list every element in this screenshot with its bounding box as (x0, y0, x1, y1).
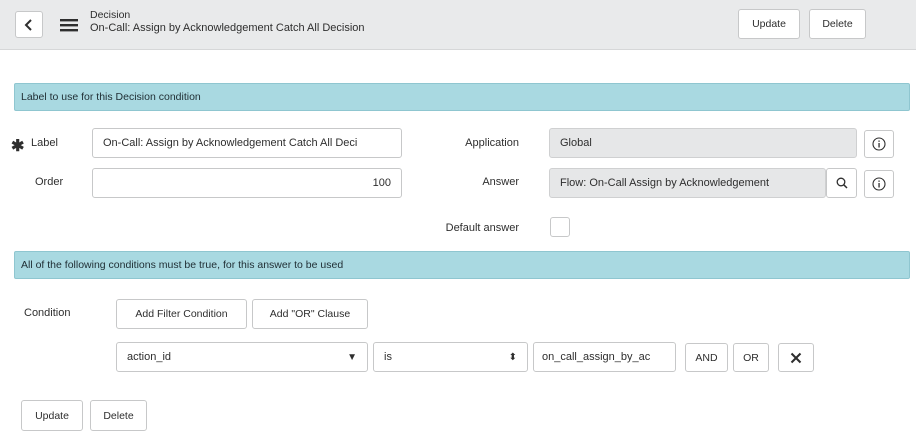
select-arrow-icon: ▼ (347, 351, 357, 363)
condition-operator-value: is (384, 351, 392, 363)
label-section-header: Label to use for this Decision condition (14, 83, 910, 111)
order-input[interactable]: 100 (92, 168, 402, 198)
add-or-clause-button[interactable]: Add "OR" Clause (252, 299, 368, 329)
back-button[interactable] (15, 11, 43, 38)
condition-operator-select[interactable]: is ⬍ (373, 342, 528, 372)
order-field-label: Order (35, 176, 64, 188)
label-input[interactable]: On-Call: Assign by Acknowledgement Catch… (92, 128, 402, 158)
form-header: Decision On-Call: Assign by Acknowledgem… (0, 0, 916, 50)
condition-field-label: Condition (24, 307, 71, 319)
application-field-label: Application (465, 137, 519, 149)
condition-field-select[interactable]: action_id ▼ (116, 342, 368, 372)
hamburger-menu-icon (60, 19, 78, 32)
default-answer-checkbox[interactable] (550, 217, 570, 237)
select-arrow-icon: ⬍ (508, 351, 517, 363)
record-type-title: Decision (90, 9, 131, 21)
page-title: Decision On-Call: Assign by Acknowledgem… (90, 9, 365, 35)
info-icon (872, 177, 886, 191)
remove-condition-button[interactable] (778, 343, 814, 372)
close-icon (790, 352, 802, 363)
header-delete-button[interactable]: Delete (809, 9, 866, 39)
default-answer-field-label: Default answer (445, 222, 519, 234)
conditions-section-header: All of the following conditions must be … (14, 251, 910, 279)
answer-input: Flow: On-Call Assign by Acknowledgement (549, 168, 826, 198)
or-condition-button[interactable]: OR (733, 343, 769, 372)
application-input: Global (549, 128, 857, 158)
context-menu-button[interactable] (57, 14, 81, 36)
label-field-label: Label (31, 137, 58, 149)
info-icon (872, 137, 886, 151)
chevron-left-icon (24, 18, 32, 31)
search-icon (836, 177, 848, 189)
condition-field-value: action_id (127, 351, 172, 363)
header-update-button[interactable]: Update (738, 9, 800, 39)
and-condition-button[interactable]: AND (685, 343, 728, 372)
answer-field-label: Answer (482, 176, 519, 188)
condition-value-input[interactable]: on_call_assign_by_ac (533, 342, 676, 372)
record-display-name: On-Call: Assign by Acknowledgement Catch… (90, 22, 365, 34)
answer-lookup-button[interactable] (826, 168, 857, 198)
application-info-button[interactable] (864, 130, 894, 158)
add-filter-condition-button[interactable]: Add Filter Condition (116, 299, 247, 329)
required-asterisk-icon: ✱ (11, 138, 25, 155)
footer-update-button[interactable]: Update (21, 400, 83, 431)
footer-delete-button[interactable]: Delete (90, 400, 147, 431)
answer-info-button[interactable] (864, 170, 894, 198)
